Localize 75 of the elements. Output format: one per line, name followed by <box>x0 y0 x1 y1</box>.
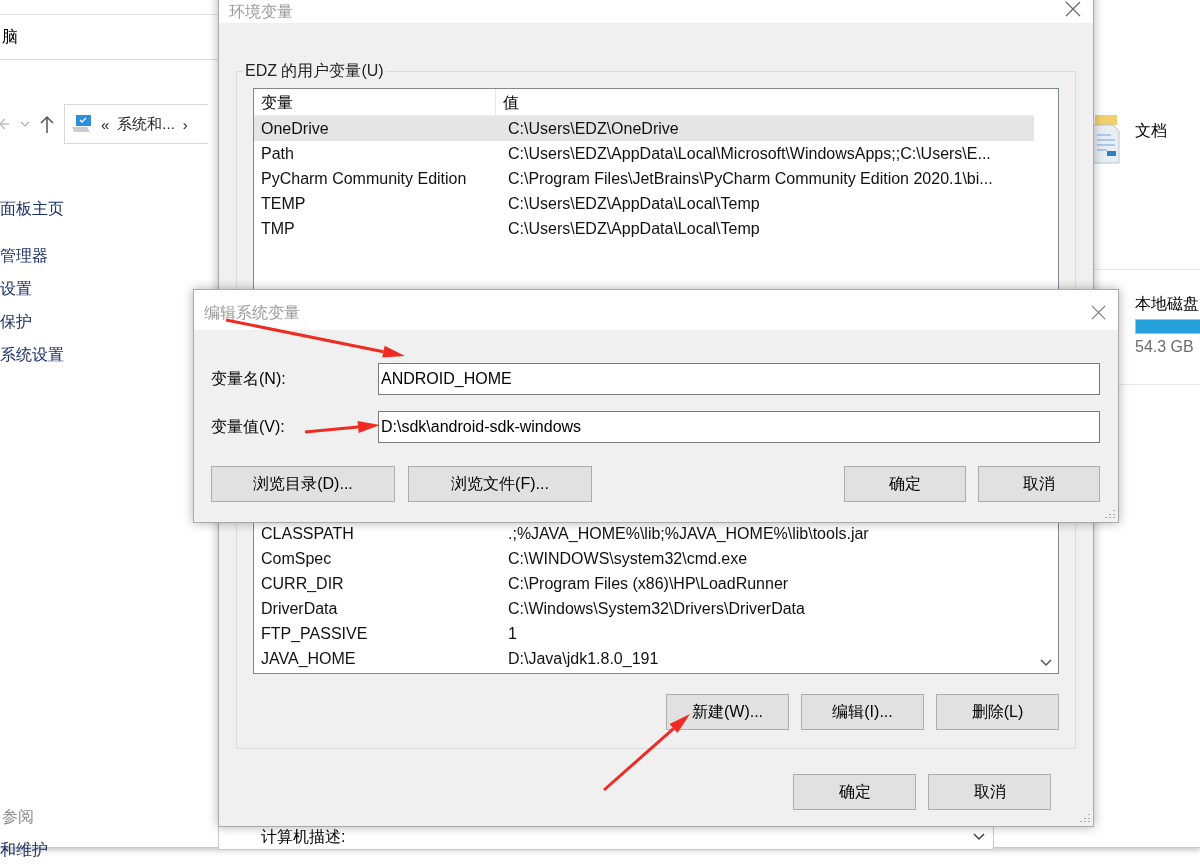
variable-name: CURR_DIR <box>260 574 345 593</box>
close-icon[interactable] <box>1091 305 1106 320</box>
window-title: 脑 <box>2 26 18 47</box>
variable-value: C:\Users\EDZ\AppData\Local\Microsoft\WindowsApps;;C:\Users\E... <box>507 144 992 163</box>
browse-button[interactable]: 浏览目录(D)... <box>211 466 395 502</box>
field-label: 变量值(V): <box>211 416 285 437</box>
chevron-down-icon[interactable] <box>973 833 985 841</box>
variable-action-button[interactable]: 删除(L) <box>936 694 1059 730</box>
text-field[interactable]: ANDROID_HOME <box>378 363 1100 395</box>
variable-name: PyCharm Community Edition <box>260 169 468 188</box>
variable-row[interactable]: ComSpec C:\WINDOWS\system32\cmd.exe <box>254 546 1034 571</box>
variable-value: C:\Users\EDZ\AppData\Local\Temp <box>507 219 761 238</box>
variable-name: Path <box>260 144 295 163</box>
breadcrumb-item[interactable]: « <box>101 115 110 133</box>
dialog-button[interactable]: 取消 <box>978 466 1100 502</box>
sidebar-link[interactable]: 系统设置 <box>0 345 64 365</box>
scroll-down-icon[interactable] <box>1040 659 1052 667</box>
variable-row[interactable]: PyCharm Community Edition C:\Program Files\JetBrains\PyCharm Community Edition 2020.1\bi... <box>254 166 1034 191</box>
field-label: 变量名(N): <box>211 368 286 389</box>
close-icon[interactable] <box>1065 1 1081 17</box>
breadcrumb-item[interactable]: › <box>182 115 188 133</box>
dialog-button[interactable]: 确定 <box>844 466 966 502</box>
sidebar-link[interactable]: 保护 <box>0 312 32 332</box>
field-label: 计算机描述: <box>261 827 346 847</box>
variable-row[interactable]: CURR_DIR C:\Program Files (x86)\HP\LoadRunner <box>254 571 1034 596</box>
variable-row[interactable]: CLASSPATH .;%JAVA_HOME%\lib;%JAVA_HOME%\lib\tools.jar <box>254 521 1034 546</box>
variable-value: C:\Users\EDZ\AppData\Local\Temp <box>507 194 761 213</box>
sidebar-link[interactable]: 设置 <box>0 279 32 299</box>
column-header[interactable]: 值 <box>496 89 1034 116</box>
variable-name: ComSpec <box>260 549 333 568</box>
sidebar-link[interactable]: 面板主页 <box>0 199 64 219</box>
breadcrumb-item[interactable]: 系统和... <box>117 114 175 134</box>
dialog-title: 编辑系统变量 <box>204 304 300 322</box>
variable-value: D:\Java\jdk1.8.0_191 <box>507 649 660 668</box>
sidebar-link[interactable]: 管理器 <box>0 246 48 266</box>
address-bar[interactable]: « 系统和... › <box>64 104 208 144</box>
variable-value: C:\Users\EDZ\OneDrive <box>507 119 680 138</box>
computer-icon <box>71 114 93 134</box>
variable-row[interactable]: TEMP C:\Users\EDZ\AppData\Local\Temp <box>254 191 1034 216</box>
variable-name: FTP_PASSIVE <box>260 624 369 643</box>
variable-row[interactable]: OneDrive C:\Users\EDZ\OneDrive <box>254 116 1034 141</box>
document-folder-icon[interactable] <box>1093 115 1121 165</box>
variable-value: 1 <box>507 624 518 643</box>
variable-name: TMP <box>260 219 296 238</box>
see-also-heading: 参阅 <box>2 807 34 827</box>
browse-button[interactable]: 浏览文件(F)... <box>408 466 592 502</box>
folder-name[interactable]: 文档 <box>1135 121 1167 142</box>
variable-name: CLASSPATH <box>260 524 355 543</box>
sidebar-link[interactable]: 和维护 <box>0 840 48 860</box>
variable-row[interactable]: Path C:\Users\EDZ\AppData\Local\Microsoft\WindowsApps;;C:\Users\E... <box>254 141 1034 166</box>
variable-value: C:\Program Files (x86)\HP\LoadRunner <box>507 574 790 593</box>
up-arrow-icon[interactable] <box>40 115 54 133</box>
variable-value: C:\Windows\System32\Drivers\DriverData <box>507 599 806 618</box>
drive-name[interactable]: 本地磁盘 <box>1135 294 1200 315</box>
variable-row[interactable]: JAVA_HOME D:\Java\jdk1.8.0_191 <box>254 646 1034 671</box>
resize-grip-icon[interactable] <box>1080 813 1090 823</box>
variable-row[interactable]: TMP C:\Users\EDZ\AppData\Local\Temp <box>254 216 1034 241</box>
variable-name: JAVA_HOME <box>260 649 357 668</box>
variable-name: DriverData <box>260 599 339 618</box>
group-label: EDZ 的用户变量(U) <box>244 61 385 81</box>
text-field[interactable]: D:\sdk\android-sdk-windows <box>378 411 1100 443</box>
variable-value: C:\WINDOWS\system32\cmd.exe <box>507 549 749 568</box>
dialog-button[interactable]: 取消 <box>928 774 1051 810</box>
variable-value: C:\Program Files\JetBrains\PyCharm Community Edition 2020.1\bi... <box>507 169 994 188</box>
variable-action-button[interactable]: 新建(W)... <box>666 694 789 730</box>
window-title: 环境变量 <box>229 3 293 21</box>
resize-grip-icon[interactable] <box>1105 509 1115 519</box>
variable-name: TEMP <box>260 194 307 213</box>
variable-value: .;%JAVA_HOME%\lib;%JAVA_HOME%\lib\tools.jar <box>507 524 870 543</box>
variable-action-button[interactable]: 编辑(I)... <box>801 694 924 730</box>
dialog-button[interactable]: 确定 <box>793 774 916 810</box>
drive-free-space: 54.3 GB <box>1135 338 1195 356</box>
variable-row[interactable]: FTP_PASSIVE 1 <box>254 621 1034 646</box>
variable-name: OneDrive <box>260 119 330 138</box>
variable-row[interactable]: DriverData C:\Windows\System32\Drivers\DriverData <box>254 596 1034 621</box>
